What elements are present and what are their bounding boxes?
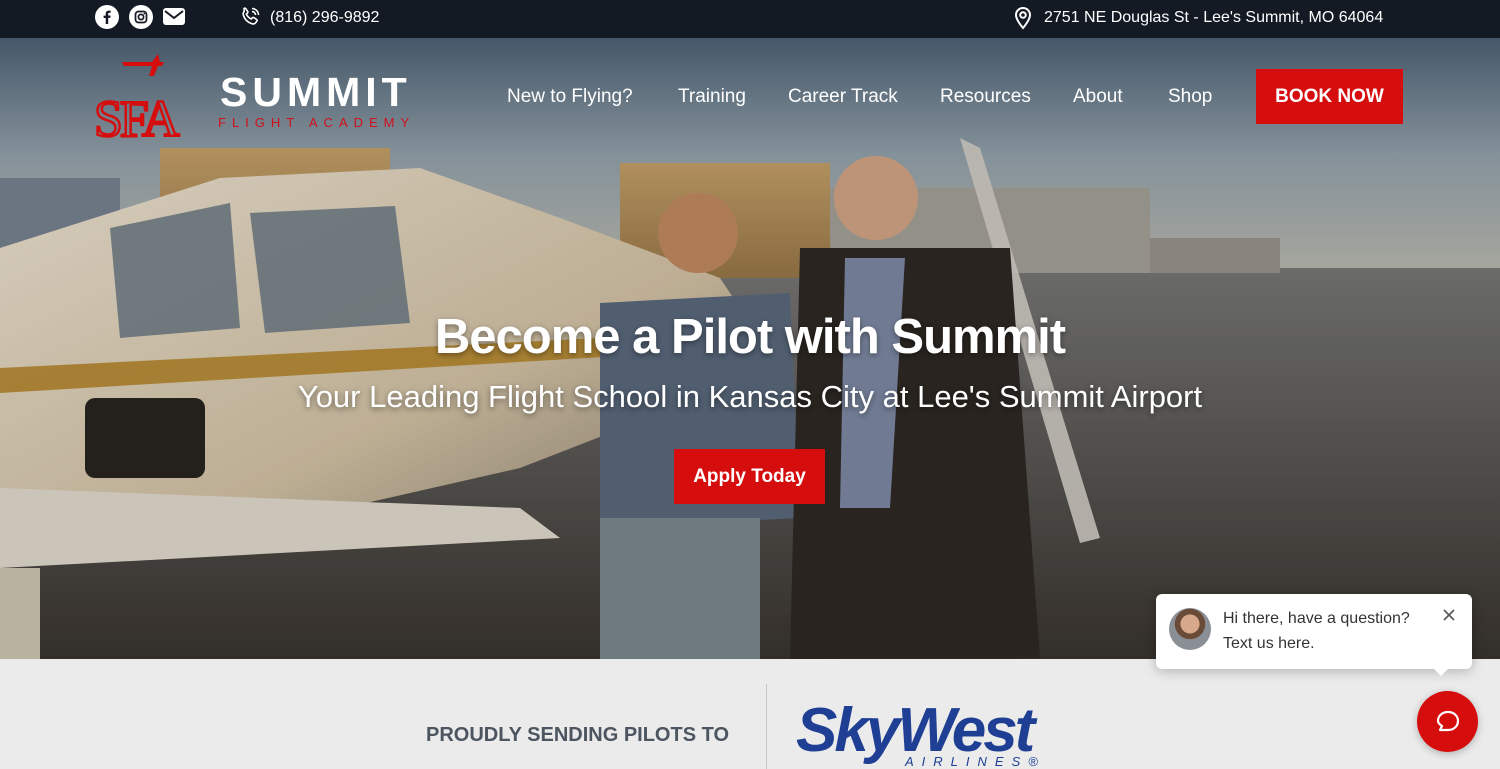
address-link[interactable]: 2751 NE Douglas St - Lee's Summit, MO 64… (1044, 8, 1383, 28)
partners-divider (766, 684, 767, 769)
brand-tagline: FLIGHT ACADEMY (218, 115, 416, 130)
registered-mark: ® (1028, 754, 1046, 769)
logo-monogram: SFA (94, 91, 180, 140)
nav-item-shop[interactable]: Shop (1168, 86, 1212, 108)
mail-icon[interactable] (163, 7, 185, 31)
chat-prompt-line1: Hi there, have a question? (1223, 610, 1410, 627)
sfa-logo[interactable]: SFA (93, 54, 194, 149)
partners-strip (0, 659, 1500, 769)
chat-bubble-icon (1436, 710, 1459, 731)
nav-item-training[interactable]: Training (678, 86, 746, 108)
nav-item-resources[interactable]: Resources (940, 86, 1031, 108)
skywest-airlines-text: AIRLINES (905, 754, 1029, 769)
facebook-icon[interactable] (95, 5, 119, 29)
skywest-logo: SkyWest (796, 696, 1035, 765)
chat-agent-avatar (1169, 608, 1211, 650)
chat-prompt-bubble[interactable]: Hi there, have a question? Text us here. (1156, 594, 1472, 676)
chat-launcher-button[interactable] (1417, 691, 1478, 752)
nav-item-new-to-flying[interactable]: New to Flying? (507, 86, 633, 108)
partners-label: PROUDLY SENDING PILOTS TO (426, 724, 730, 746)
hero-subtitle: Your Leading Flight School in Kansas Cit… (297, 379, 1203, 414)
nav-item-career-track[interactable]: Career Track (788, 86, 898, 108)
hero-title: Become a Pilot with Summit (434, 310, 1066, 364)
phone-link[interactable]: (816) 296-9892 (270, 8, 379, 28)
brand-name: SUMMIT (220, 69, 412, 115)
apply-today-button[interactable]: Apply Today (674, 449, 825, 504)
nav-item-about[interactable]: About (1073, 86, 1123, 108)
book-now-button[interactable]: BOOK NOW (1256, 69, 1403, 124)
instagram-icon[interactable] (129, 5, 153, 29)
close-icon[interactable] (1442, 608, 1456, 622)
skywest-logo-subtitle: AIRLINES® (905, 755, 1046, 769)
phone-icon (238, 5, 262, 34)
top-bar: (816) 296-9892 2751 NE Douglas St - Lee'… (0, 0, 1500, 38)
chat-prompt-line2: Text us here. (1223, 635, 1315, 652)
location-pin-icon (1013, 6, 1033, 35)
